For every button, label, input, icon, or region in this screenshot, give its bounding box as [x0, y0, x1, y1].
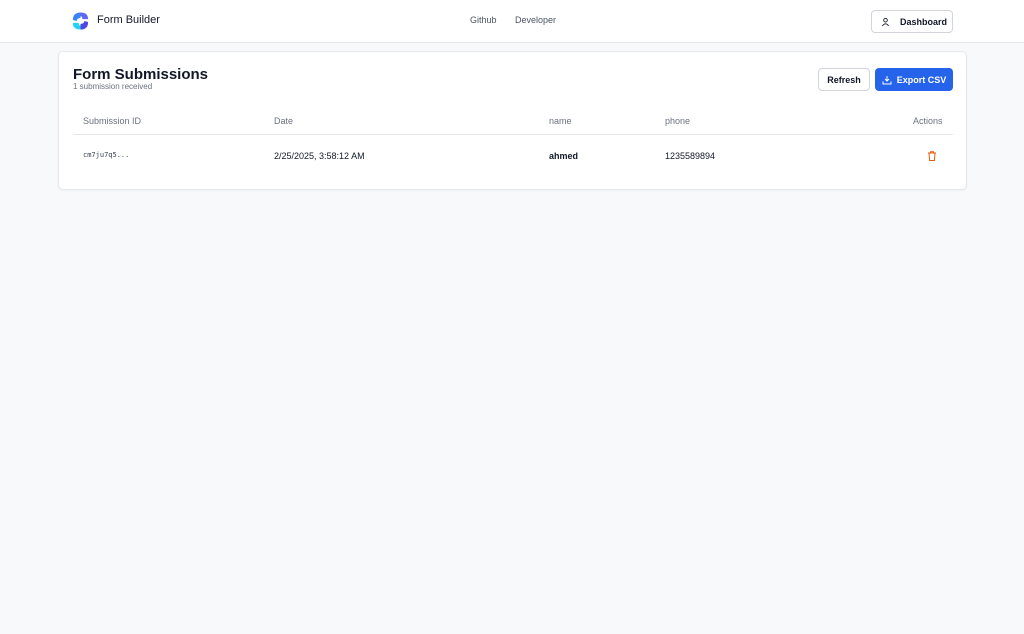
- dashboard-label: Dashboard: [900, 16, 948, 27]
- submission-count: 1 submission received: [73, 82, 153, 91]
- submission-id-cell: cm7ju7q5...: [83, 151, 130, 159]
- export-csv-button[interactable]: Export CSV: [875, 68, 953, 91]
- nav-link-developer[interactable]: Developer: [515, 15, 556, 25]
- column-header-actions: Actions: [913, 116, 943, 126]
- nav-link-github[interactable]: Github: [470, 15, 497, 25]
- column-header-phone: phone: [665, 116, 691, 126]
- top-navbar: Form Builder Github Developer Dashboard: [0, 0, 1024, 43]
- phone-cell: 1235589894: [665, 151, 716, 161]
- export-csv-label: Export CSV: [896, 74, 947, 85]
- column-header-submission-id: Submission ID: [83, 116, 142, 126]
- name-cell: ahmed: [549, 151, 579, 161]
- refresh-button[interactable]: Refresh: [818, 68, 870, 91]
- column-header-name: name: [549, 116, 572, 126]
- form-builder-logo-icon[interactable]: [71, 11, 90, 31]
- submissions-card: Form Submissions 1 submission received R…: [58, 51, 967, 190]
- table-header-divider: [73, 134, 953, 135]
- date-cell: 2/25/2025, 3:58:12 AM: [274, 151, 365, 161]
- download-icon: [882, 75, 892, 84]
- user-icon: [881, 17, 890, 26]
- page-title: Form Submissions: [73, 66, 209, 83]
- column-header-date: Date: [274, 116, 294, 126]
- dashboard-button[interactable]: Dashboard: [871, 10, 953, 33]
- brand-name[interactable]: Form Builder: [97, 14, 160, 26]
- delete-trash-icon[interactable]: [926, 150, 938, 162]
